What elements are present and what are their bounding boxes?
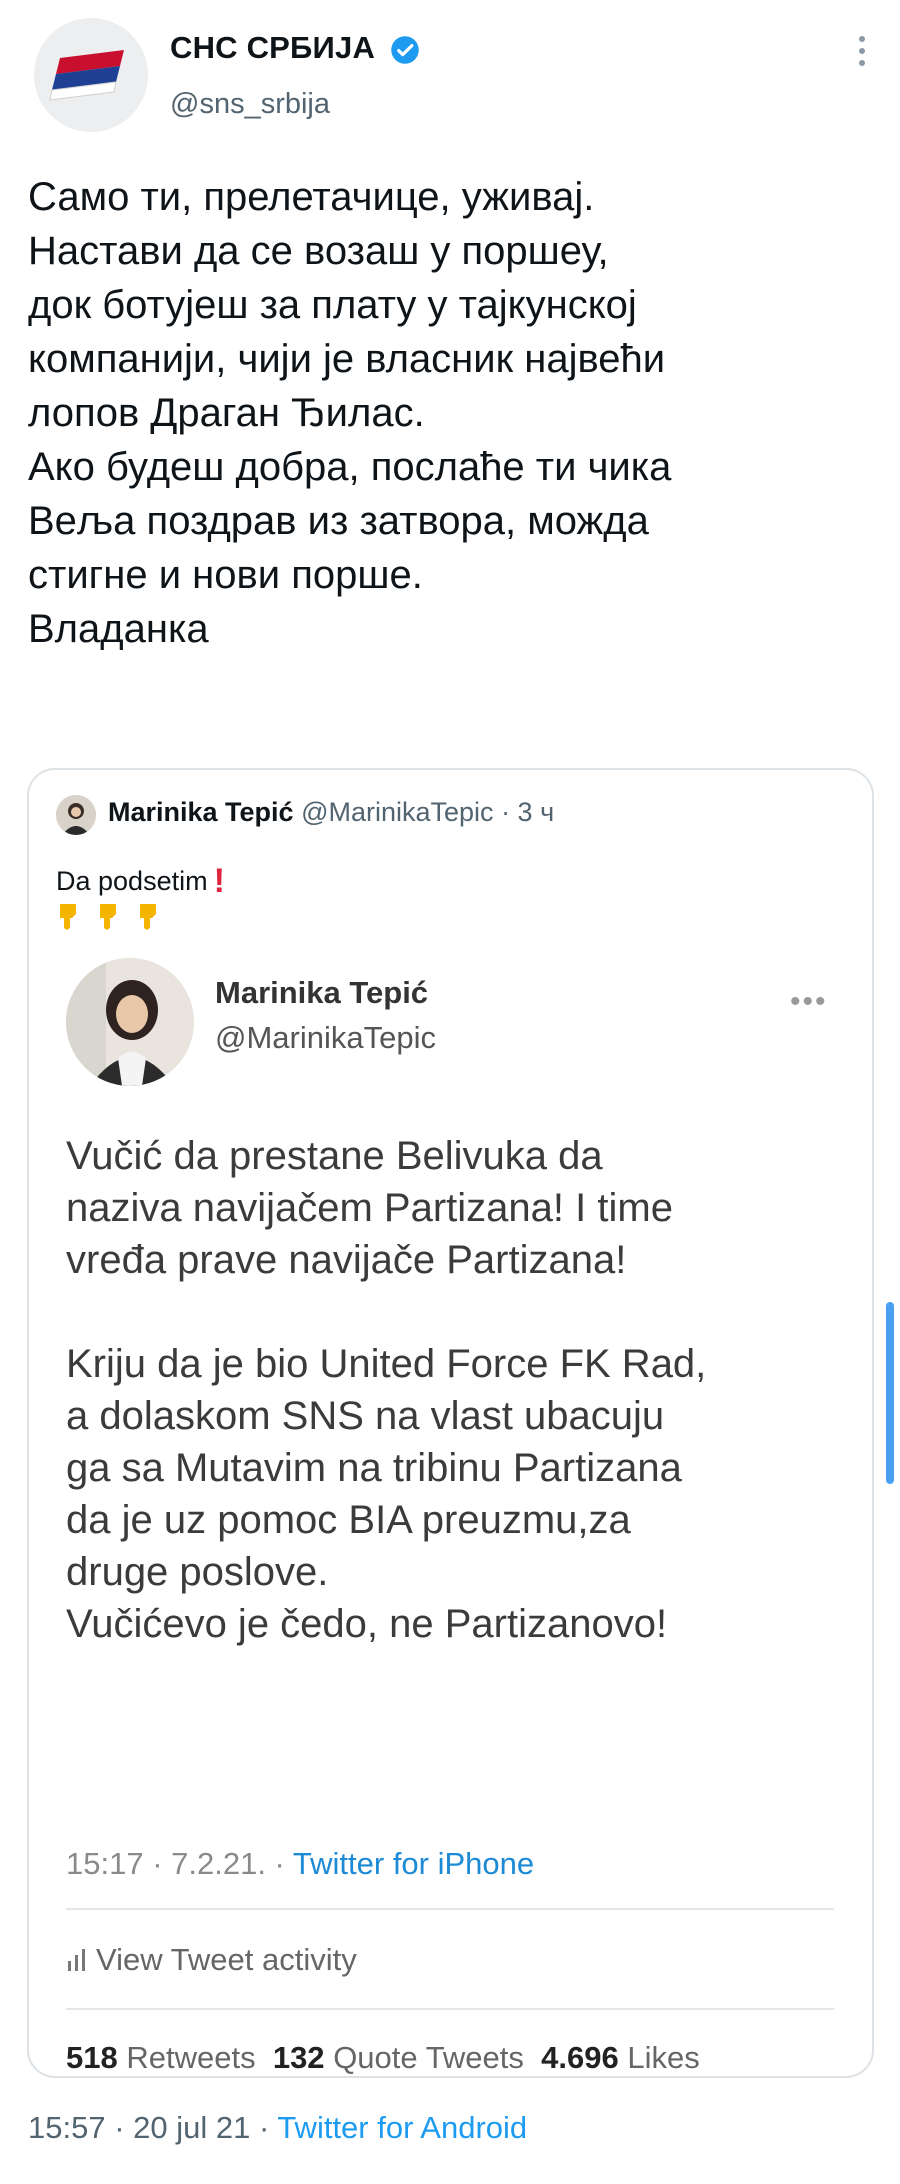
quoted-handle[interactable]: @MarinikaTepic	[301, 797, 493, 827]
exclamation-icon: !	[213, 862, 225, 900]
bar-chart-icon	[68, 1949, 85, 1971]
embedded-avatar	[66, 958, 194, 1086]
quoted-avatar	[56, 795, 96, 835]
display-name-text: СНС СРБИЈА	[170, 30, 376, 65]
more-options-icon[interactable]	[850, 30, 874, 80]
likes-count: 4.696	[541, 2040, 619, 2075]
embedded-activity: View Tweet activity	[66, 1942, 357, 1978]
verified-badge-icon	[391, 36, 419, 64]
user-handle[interactable]: @sns_srbija	[170, 88, 330, 121]
tweet-text: Само ти, прелетачице, уживај. Настави да…	[28, 175, 672, 651]
embedded-text: Vučić da prestane Belivuka da naziva nav…	[66, 1134, 707, 1646]
embedded-handle: @MarinikaTepic	[215, 1020, 436, 1055]
profile-avatar[interactable]	[34, 18, 148, 132]
person-photo-icon	[66, 958, 194, 1086]
divider	[66, 1908, 834, 1910]
scrollbar-thumb[interactable]	[886, 1302, 894, 1484]
embedded-meta-time: 15:17 · 7.2.21. ·	[66, 1846, 293, 1881]
quoted-text-content: Da podsetim	[56, 866, 208, 896]
sns-logo-icon	[34, 18, 148, 132]
embedded-meta-source: Twitter for iPhone	[292, 1846, 535, 1881]
retweets-label: Retweets	[126, 2040, 256, 2075]
pointing-down-icon	[60, 904, 156, 930]
quote-tweets-count: 132	[272, 2040, 325, 2075]
embedded-activity-label: View Tweet activity	[96, 1942, 357, 1977]
embedded-name: Marinika Tepić	[215, 975, 429, 1010]
display-name[interactable]: СНС СРБИЈА	[170, 30, 420, 66]
retweets-count: 518	[66, 2040, 118, 2075]
quoted-header: Marinika Tepić @MarinikaTepic · 3 ч	[108, 797, 554, 828]
embedded-meta: 15:17 · 7.2.21. · Twitter for iPhone	[66, 1846, 534, 1882]
quote-tweets-label: Quote Tweets	[333, 2040, 524, 2075]
tweet-time[interactable]: 15:57 · 20 jul 21 ·	[28, 2110, 277, 2145]
quoted-text: Da podsetim!	[56, 862, 225, 901]
quoted-name[interactable]: Marinika Tepić	[108, 797, 294, 827]
embedded-more-icon: •••	[790, 985, 828, 1018]
tweet-source[interactable]: Twitter for Android	[277, 2110, 527, 2145]
likes-label: Likes	[627, 2040, 700, 2075]
person-photo-icon	[56, 795, 96, 835]
divider	[66, 2008, 834, 2010]
pointing-down-icons	[54, 900, 174, 938]
tweet-meta: 15:57 · 20 jul 21 · Twitter for Android	[28, 2110, 527, 2146]
embedded-stats: 518 Retweets 132 Quote Tweets 4.696 Like…	[66, 2040, 700, 2076]
quoted-time: · 3 ч	[501, 797, 555, 827]
